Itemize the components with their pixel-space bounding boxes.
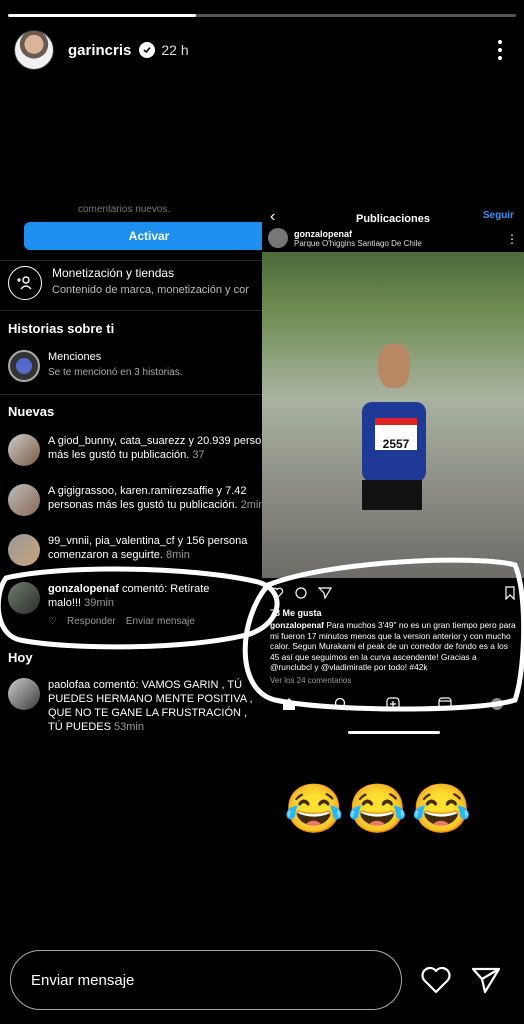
runner-photo[interactable]: 2557	[262, 252, 524, 578]
runner-head	[378, 344, 410, 388]
monetization-row[interactable]: Monetización y tiendas Contenido de marc…	[8, 266, 262, 300]
new-post-icon[interactable]	[386, 697, 400, 711]
laughing-emoji: 😂	[284, 783, 344, 836]
more-options-icon[interactable]	[490, 40, 510, 60]
notification-avatar	[8, 434, 40, 466]
bookmark-icon[interactable]	[504, 586, 516, 600]
reels-icon[interactable]	[438, 697, 452, 711]
post-author-username: gonzalopenaf	[294, 228, 352, 239]
follow-button[interactable]: Seguir	[483, 210, 514, 221]
runner-shorts	[362, 480, 422, 510]
story-progress-fill	[8, 14, 196, 17]
monetization-icon	[8, 266, 42, 300]
search-icon[interactable]	[334, 697, 348, 711]
home-icon[interactable]	[282, 697, 296, 711]
avatar[interactable]	[14, 30, 54, 70]
runner-bib: 2557	[375, 418, 417, 451]
profile-icon[interactable]	[490, 697, 504, 711]
comment-time: 39min	[84, 597, 115, 609]
laughing-emoji: 😂	[347, 783, 408, 836]
emoji-row: 😂 😂 😂	[284, 780, 471, 840]
mentions-title: Menciones	[48, 351, 102, 363]
list-item[interactable]: A giod_bunny, cata_suarezz y 20.939 pers…	[8, 434, 262, 466]
comment-notification[interactable]: gonzalopenaf comentó: Retírate malo!!! 3…	[8, 582, 262, 627]
post-more-icon[interactable]: ⋮	[506, 232, 518, 246]
story-username[interactable]: garincris	[68, 42, 131, 59]
reply-bar: Enviar mensaje	[10, 950, 514, 1010]
like-comment-icon[interactable]: ♡	[48, 616, 57, 627]
likes-count[interactable]: 78 Me gusta	[270, 608, 322, 618]
comment-time: 53min	[114, 721, 144, 733]
send-message-button[interactable]: Enviar mensaje	[126, 616, 195, 627]
notification-avatar	[8, 484, 40, 516]
mentions-avatar	[8, 350, 40, 382]
commenter-username: gonzalopenaf	[48, 583, 119, 595]
cut-text: comentarios nuevos.	[78, 204, 171, 215]
like-icon[interactable]	[270, 586, 284, 600]
post-screenshot: ‹ Publicaciones Seguir gonzalopenaf Parq…	[262, 200, 524, 745]
commenter-avatar	[8, 678, 40, 710]
story-time: 22 h	[161, 42, 189, 58]
reply-button[interactable]: Responder	[67, 616, 116, 627]
post-caption: gonzalopenaf Para muchos 3'49" no es un …	[270, 620, 518, 673]
laughing-emoji: 😂	[411, 783, 472, 836]
home-indicator	[348, 731, 440, 734]
caption-username: gonzalopenaf	[270, 620, 324, 630]
notification-text: comenzaron a seguirte.	[48, 549, 163, 561]
comment-icon[interactable]	[294, 586, 308, 600]
section-new-title: Nuevas	[8, 404, 55, 419]
commenter-username: paolofaa	[48, 679, 91, 691]
notification-users: 99_vnnii, pia_valentina_cf y 156 persona	[48, 535, 248, 547]
notifications-screenshot: comentarios nuevos. Activar Monetización…	[0, 200, 262, 740]
activate-button[interactable]: Activar	[24, 222, 262, 250]
commenter-avatar	[8, 582, 40, 614]
story-progress-bar	[8, 14, 516, 17]
mentions-row[interactable]: Menciones Se te mencionó en 3 historias.	[8, 350, 262, 382]
monetization-subtitle: Contenido de marca, monetización y cor	[52, 284, 249, 296]
send-icon[interactable]	[470, 964, 502, 996]
notification-time: 8min	[166, 549, 190, 561]
list-item[interactable]: A gigigrassoo, karen.ramirezsaffie y 7.4…	[8, 484, 262, 516]
post-location[interactable]: Parque O'higgins Santiago De Chile	[294, 239, 422, 248]
section-today-title: Hoy	[8, 650, 33, 665]
notification-time: 2min	[240, 499, 262, 511]
verified-badge-icon	[139, 42, 156, 58]
notification-text: personas más les gustó tu publicación.	[48, 499, 238, 511]
list-item[interactable]: 99_vnnii, pia_valentina_cf y 156 persona…	[8, 534, 262, 566]
notification-time: 37	[192, 449, 205, 461]
monetization-title: Monetización y tiendas	[52, 266, 175, 280]
share-icon[interactable]	[318, 586, 332, 600]
today-comment-notification[interactable]: paolofaa comentó: VAMOS GARIN , TÚ PUEDE…	[8, 678, 262, 734]
view-comments-link[interactable]: Ver los 24 comentarios	[270, 676, 351, 685]
notification-users: A gigigrassoo, karen.ramirezsaffie y 7.4…	[48, 485, 247, 497]
notification-avatar	[8, 534, 40, 566]
story-header: garincris 22 h	[14, 30, 510, 70]
mentions-subtitle: Se te mencionó en 3 historias.	[48, 367, 183, 378]
heart-icon[interactable]	[420, 964, 452, 996]
notification-users: A giod_bunny, cata_suarezz y 20.939	[48, 435, 231, 447]
message-input[interactable]: Enviar mensaje	[10, 950, 402, 1010]
post-author[interactable]: gonzalopenaf Parque O'higgins Santiago D…	[268, 228, 422, 248]
post-author-avatar	[268, 228, 288, 248]
section-stories-title: Historias sobre ti	[8, 321, 115, 336]
